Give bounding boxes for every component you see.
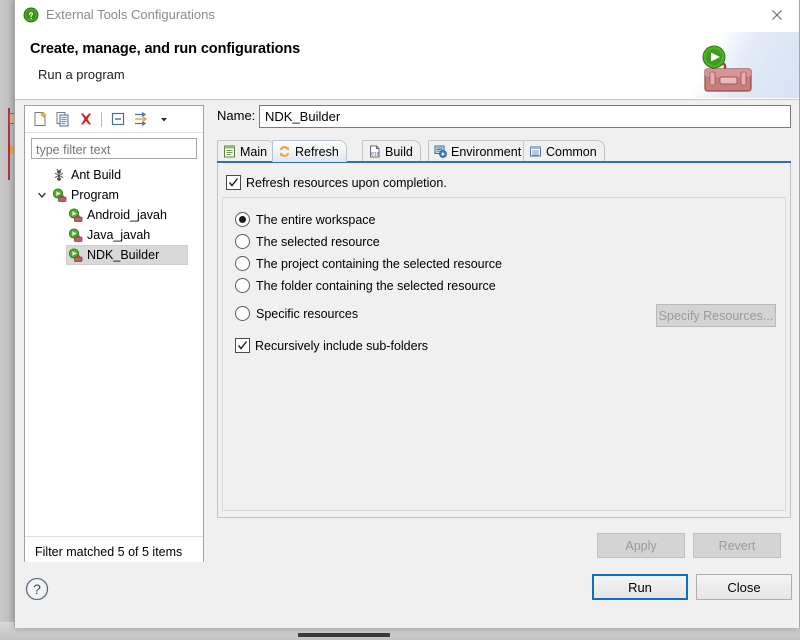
configurations-panel: Ant Build [24, 105, 204, 567]
svg-text:010: 010 [371, 152, 380, 158]
program-run-icon [66, 207, 84, 223]
checkbox-label: Recursively include sub-folders [255, 338, 428, 353]
radio-label: The project containing the selected reso… [256, 256, 502, 271]
svg-text:?: ? [33, 581, 41, 597]
configuration-tabs: Main Refresh 010 Build Environment Commo… [217, 140, 791, 162]
refresh-tab-content: Refresh resources upon completion. The e… [217, 163, 791, 518]
tree-item-ant-build[interactable]: Ant Build [26, 165, 202, 185]
radio-unselected-icon [235, 256, 250, 271]
configurations-toolbar [25, 106, 203, 133]
name-input[interactable] [259, 105, 791, 128]
environment-tab-icon [434, 145, 447, 158]
radio-label: The selected resource [256, 234, 380, 249]
tree-item-label: Program [71, 188, 119, 202]
common-tab-icon [529, 145, 542, 158]
radio-folder-containing-selected-resource[interactable]: The folder containing the selected resou… [235, 278, 496, 293]
checkbox-checked-icon [235, 338, 250, 353]
tab-refresh[interactable]: Refresh [272, 140, 347, 162]
chevron-down-icon[interactable] [153, 109, 174, 130]
close-button[interactable]: Close [696, 574, 792, 600]
program-run-icon [66, 247, 84, 263]
radio-label: The entire workspace [256, 212, 376, 227]
build-tab-icon: 010 [368, 145, 381, 158]
duplicate-configuration-icon[interactable] [52, 109, 73, 130]
checkbox-label: Refresh resources upon completion. [246, 175, 447, 190]
radio-unselected-icon [235, 234, 250, 249]
filter-icon[interactable] [130, 109, 151, 130]
dialog-header: Create, manage, and run configurations R… [15, 32, 799, 100]
tab-main[interactable]: Main [217, 140, 276, 162]
tab-label: Main [240, 144, 268, 159]
tab-label: Common [546, 144, 597, 159]
toolbox-with-run-icon [693, 44, 765, 96]
dialog-footer: ? Run Close [15, 562, 799, 628]
tree-item-label: Android_javah [87, 208, 167, 222]
toolbar-separator [101, 111, 102, 127]
apply-button[interactable]: Apply [597, 533, 685, 558]
refresh-scope-group: The entire workspace The selected resour… [222, 197, 786, 511]
tab-environment[interactable]: Environment [428, 140, 530, 162]
name-label: Name: [217, 108, 256, 123]
refresh-tab-icon [278, 145, 291, 158]
dialog-titlebar: External Tools Configurations [15, 0, 799, 32]
recursively-include-subfolders-checkbox[interactable]: Recursively include sub-folders [235, 338, 428, 353]
chevron-down-icon[interactable] [34, 190, 50, 200]
revert-button[interactable]: Revert [693, 533, 781, 558]
tree-item-program[interactable]: Program [26, 185, 202, 205]
configuration-editor-panel: Name: Main [213, 105, 791, 567]
tab-common[interactable]: Common [523, 140, 605, 162]
radio-unselected-icon [235, 278, 250, 293]
page-subtitle: Run a program [38, 67, 125, 82]
refresh-on-completion-checkbox[interactable]: Refresh resources upon completion. [226, 175, 447, 190]
tree-item-android-javah[interactable]: Android_javah [26, 205, 202, 225]
radio-entire-workspace[interactable]: The entire workspace [235, 212, 376, 227]
checkbox-checked-icon [226, 175, 241, 190]
new-configuration-icon[interactable] [29, 109, 50, 130]
filter-input[interactable] [31, 138, 197, 159]
tree-item-label: Java_javah [87, 228, 151, 242]
close-icon[interactable] [754, 0, 799, 30]
help-question-icon[interactable]: ? [24, 576, 50, 602]
radio-selected-icon [235, 212, 250, 227]
eclipse-run-icon [23, 7, 39, 23]
name-row: Name: [213, 105, 791, 129]
external-tools-configurations-dialog: External Tools Configurations Create, ma… [14, 0, 800, 628]
tab-label: Environment [451, 144, 522, 159]
configurations-tree: Ant Build Program Android_javah Java_jav… [26, 165, 202, 265]
tree-item-ndk-builder[interactable]: NDK_Builder [26, 245, 202, 265]
radio-label: Specific resources [256, 306, 359, 321]
delete-configuration-icon[interactable] [75, 109, 96, 130]
program-run-icon [50, 187, 68, 203]
page-title: Create, manage, and run configurations [30, 41, 301, 57]
radio-project-containing-selected-resource[interactable]: The project containing the selected reso… [235, 256, 502, 271]
radio-label: The folder containing the selected resou… [256, 278, 496, 293]
tab-build[interactable]: 010 Build [362, 140, 421, 162]
tree-item-label: Ant Build [71, 168, 122, 182]
ant-build-icon [50, 168, 68, 182]
tab-label: Refresh [295, 144, 339, 159]
taskbar-item [298, 633, 390, 637]
dialog-title: External Tools Configurations [46, 7, 215, 22]
run-button[interactable]: Run [592, 574, 688, 600]
main-tab-icon [223, 145, 236, 158]
radio-unselected-icon [235, 306, 250, 321]
collapse-all-icon[interactable] [107, 109, 128, 130]
program-run-icon [66, 227, 84, 243]
radio-specific-resources[interactable]: Specific resources [235, 306, 358, 321]
dialog-body: Ant Build [15, 100, 799, 567]
specify-resources-button[interactable]: Specify Resources... [656, 304, 776, 327]
tab-label: Build [385, 144, 413, 159]
tree-item-java-javah[interactable]: Java_javah [26, 225, 202, 245]
radio-selected-resource[interactable]: The selected resource [235, 234, 380, 249]
tree-item-label: NDK_Builder [87, 248, 160, 262]
